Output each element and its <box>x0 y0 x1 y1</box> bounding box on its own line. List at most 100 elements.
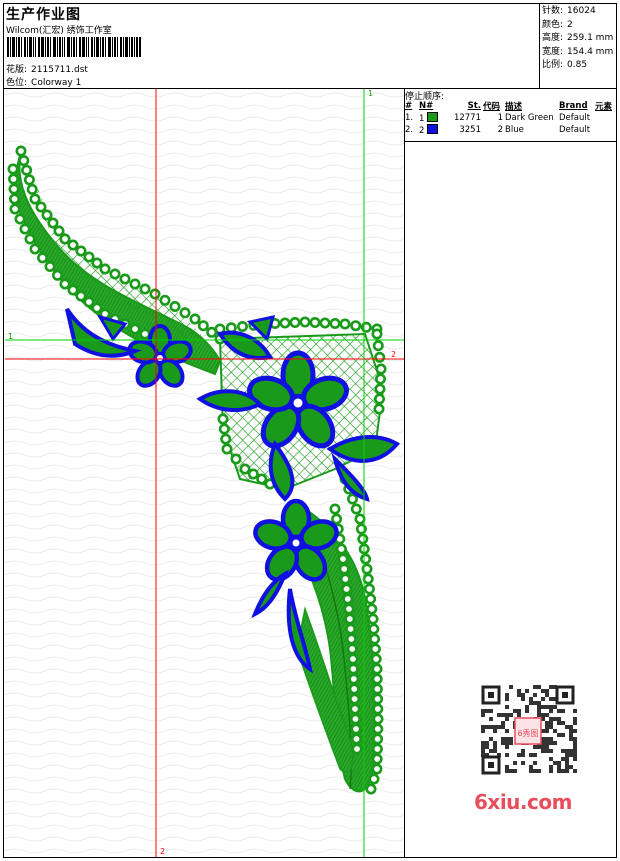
lace-ring <box>374 383 386 395</box>
lace-ring <box>109 268 121 280</box>
guide-label-h2: 2 <box>391 350 397 359</box>
lace-ring <box>14 213 26 225</box>
col-header-index: # <box>405 101 413 111</box>
lace-ring <box>345 633 357 645</box>
lace-ring <box>348 673 360 685</box>
colorway-name: Colorway 1 <box>31 78 82 88</box>
row-code: 2 <box>497 125 503 135</box>
lace-ring <box>179 307 191 319</box>
row-description: Blue <box>505 125 524 135</box>
embroidery-design <box>5 89 404 857</box>
lace-ring <box>350 320 362 332</box>
company-name: Wilcom(汇宏) 绣饰工作室 <box>6 26 112 36</box>
lace-ring <box>169 301 181 313</box>
barcode <box>7 37 141 57</box>
lace-ring <box>230 453 242 465</box>
lace-ring <box>369 633 381 645</box>
design-file-name: 2115711.dst <box>31 65 88 75</box>
lace-ring <box>373 403 385 415</box>
lace-ring <box>7 163 19 175</box>
qr-code: 6秀图 <box>471 681 585 781</box>
table-row[interactable]: 2. 2 3251 2 Blue Default <box>404 124 616 136</box>
lace-ring <box>360 321 372 333</box>
lace-ring <box>189 313 201 325</box>
lace-ring <box>346 493 358 505</box>
lace-ring <box>343 603 355 615</box>
lace-ring <box>51 269 63 281</box>
lace-ring <box>372 703 384 715</box>
watermark-logo: 6xiu.com <box>474 790 572 814</box>
color-swatch <box>427 124 439 134</box>
col-header-description: 描述 <box>505 102 523 112</box>
lace-ring <box>371 673 383 685</box>
lace-ring <box>35 201 47 213</box>
table-row[interactable]: 1. 1 12771 1 Dark Green Default <box>404 112 616 124</box>
lace-ring <box>350 723 362 735</box>
col-header-element: 元素 <box>595 102 613 112</box>
lace-ring <box>220 433 232 445</box>
lace-ring <box>8 173 19 185</box>
page-title: 生产作业图 <box>6 7 81 23</box>
lace-ring <box>338 563 350 575</box>
lace-ring <box>331 513 343 525</box>
lace-ring <box>366 603 378 615</box>
lace-ring <box>309 317 321 329</box>
lace-ring <box>351 743 363 755</box>
lace-ring <box>24 233 36 245</box>
lace-ring <box>99 263 111 275</box>
table-header-row: # N# St. 代码 描述 Brand 元素 <box>404 100 616 112</box>
lace-ring <box>367 613 379 625</box>
lace-ring <box>375 363 387 375</box>
lace-ring <box>346 643 358 655</box>
lace-ring <box>59 233 71 245</box>
lace-ring <box>9 193 20 205</box>
row-code: 1 <box>497 113 503 123</box>
lace-ring <box>363 583 375 595</box>
lace-ring <box>237 321 249 333</box>
row-brand: Default <box>559 125 591 135</box>
lace-ring <box>197 320 209 332</box>
design-file-label: 花版: <box>6 65 28 75</box>
lace-ring <box>372 713 384 725</box>
guide-label-h1: 1 <box>8 332 14 341</box>
lace-ring <box>362 573 374 585</box>
lace-ring <box>371 763 383 775</box>
lace-ring <box>342 593 354 605</box>
lace-ring <box>347 663 359 675</box>
lace-ring <box>139 328 151 340</box>
lace-ring <box>368 773 380 785</box>
lace-ring <box>67 284 79 296</box>
lace-ring <box>371 663 383 675</box>
row-needle: 2 <box>418 124 444 136</box>
lace-ring <box>47 217 59 229</box>
lace-ring <box>357 533 369 545</box>
stop-table-divider <box>404 141 617 142</box>
lace-ring <box>129 323 141 335</box>
lace-ring <box>350 733 362 745</box>
guide-label-v2: 2 <box>160 847 166 856</box>
row-stitches: 3251 <box>459 125 481 135</box>
lace-ring <box>9 203 21 215</box>
lace-ring <box>373 393 385 405</box>
lace-ring <box>279 317 291 329</box>
col-header-code: 代码 <box>483 102 501 112</box>
col-header-needle: N# <box>419 101 434 111</box>
lace-ring <box>239 463 251 475</box>
stat-scale: 比例: 0.85 <box>542 60 588 70</box>
lace-ring <box>349 693 361 705</box>
lace-ring <box>371 753 383 765</box>
lace-ring <box>341 583 353 595</box>
lace-ring <box>149 288 161 300</box>
lace-ring <box>354 513 366 525</box>
stat-stitches: 针数: 16024 <box>542 6 596 16</box>
colorway-row: 色位: Colorway 1 <box>6 75 81 88</box>
lace-ring <box>365 593 377 605</box>
embroidery-canvas[interactable]: 1 1 2 2 <box>5 89 404 857</box>
colorway-label: 色位: <box>6 78 28 88</box>
lace-ring <box>29 243 41 255</box>
lace-ring <box>36 252 48 264</box>
guide-label-v1: 1 <box>368 89 374 98</box>
lace-ring <box>159 294 171 306</box>
header-divider-vertical <box>539 3 540 89</box>
lace-ring <box>371 743 383 755</box>
